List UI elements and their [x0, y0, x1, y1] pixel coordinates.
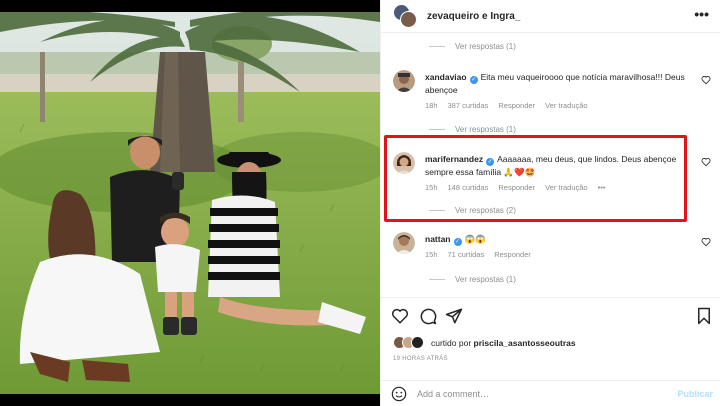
comment-meta: 18h 387 curtidas Responder Ver tradução [425, 101, 588, 110]
comment-time: 15h [425, 250, 438, 259]
comment-likes[interactable]: 387 curtidas [448, 101, 489, 110]
liked-by-avatars [393, 336, 427, 350]
liked-by-prefix: curtido por [431, 338, 472, 348]
reply-button[interactable]: Responder [494, 250, 531, 259]
comment-time: 15h [425, 183, 438, 192]
verified-icon: ✓ [469, 76, 478, 84]
add-comment-bar: Publicar [381, 380, 720, 406]
comment-input[interactable] [417, 388, 657, 399]
comment-text-block: nattan ✓ 😱😱 [425, 233, 693, 246]
view-replies-button[interactable]: Ver respostas (1) [429, 125, 516, 134]
avatar[interactable] [393, 232, 415, 254]
comment-text-block: xandaviao ✓ Eita meu vaqueiroooo que notíc… [425, 71, 693, 97]
publish-button[interactable]: Publicar [677, 389, 713, 399]
instagram-post: zevaqueiro e Ingra_ ••• Ver respostas (1… [0, 0, 720, 406]
comment-text-block: marifernandez ✓ Aaaaaaa, meu deus, que lin… [425, 153, 693, 179]
heart-icon[interactable] [701, 237, 711, 247]
comment-bubble-icon[interactable] [419, 307, 437, 325]
comment-likes[interactable]: 71 curtidas [448, 250, 485, 259]
liked-by-user[interactable]: priscila_asantos [474, 338, 541, 348]
heart-icon[interactable] [701, 75, 711, 85]
author-username[interactable]: zevaqueiro e Ingra_ [427, 11, 520, 22]
avatar[interactable] [393, 70, 415, 92]
post-actions: curtido por priscila_asantos seoutras 19 … [381, 297, 720, 387]
view-replies-button[interactable]: Ver respostas (1) [429, 42, 516, 51]
comments-list[interactable]: Ver respostas (1) xandaviao ✓ Eita meu vaq… [381, 34, 720, 296]
comment-meta: 15h 71 curtidas Responder [425, 250, 531, 259]
avatar[interactable] [393, 152, 415, 174]
comment-username[interactable]: xandaviao [425, 72, 467, 82]
reply-button[interactable]: Responder [498, 183, 535, 192]
comment-likes[interactable]: 148 curtidas [448, 183, 489, 192]
post-timestamp: 19 HORAS ATRÁS [393, 356, 448, 362]
reply-button[interactable]: Responder [498, 101, 535, 110]
translate-button[interactable]: Ver tradução [545, 183, 588, 192]
comment-more-icon[interactable]: ••• [598, 183, 606, 192]
verified-icon: ✓ [453, 238, 462, 246]
post-photo[interactable] [0, 0, 380, 406]
bookmark-icon[interactable] [695, 307, 713, 325]
comment-username[interactable]: nattan [425, 234, 451, 244]
post-header: zevaqueiro e Ingra_ ••• [381, 0, 720, 33]
view-replies-button[interactable]: Ver respostas (1) [429, 275, 516, 284]
more-options-icon[interactable]: ••• [694, 7, 709, 21]
post-side-panel: zevaqueiro e Ingra_ ••• Ver respostas (1… [380, 0, 720, 406]
translate-button[interactable]: Ver tradução [545, 101, 588, 110]
verified-icon: ✓ [486, 158, 495, 166]
emoji-icon[interactable] [391, 386, 407, 402]
comment-meta: 15h 148 curtidas Responder Ver tradução … [425, 183, 606, 192]
liked-by-others[interactable]: seoutras [540, 338, 575, 348]
comment-text: 😱😱 [464, 234, 486, 244]
liked-by-row[interactable]: curtido por priscila_asantos seoutras [393, 336, 576, 350]
view-replies-button[interactable]: Ver respostas (2) [429, 206, 516, 215]
author-avatar[interactable] [393, 4, 417, 28]
comment-time: 18h [425, 101, 438, 110]
like-heart-icon[interactable] [391, 307, 409, 325]
heart-icon[interactable] [701, 157, 711, 167]
share-send-icon[interactable] [445, 307, 463, 325]
comment-username[interactable]: marifernandez [425, 154, 483, 164]
family-photo [0, 12, 380, 394]
